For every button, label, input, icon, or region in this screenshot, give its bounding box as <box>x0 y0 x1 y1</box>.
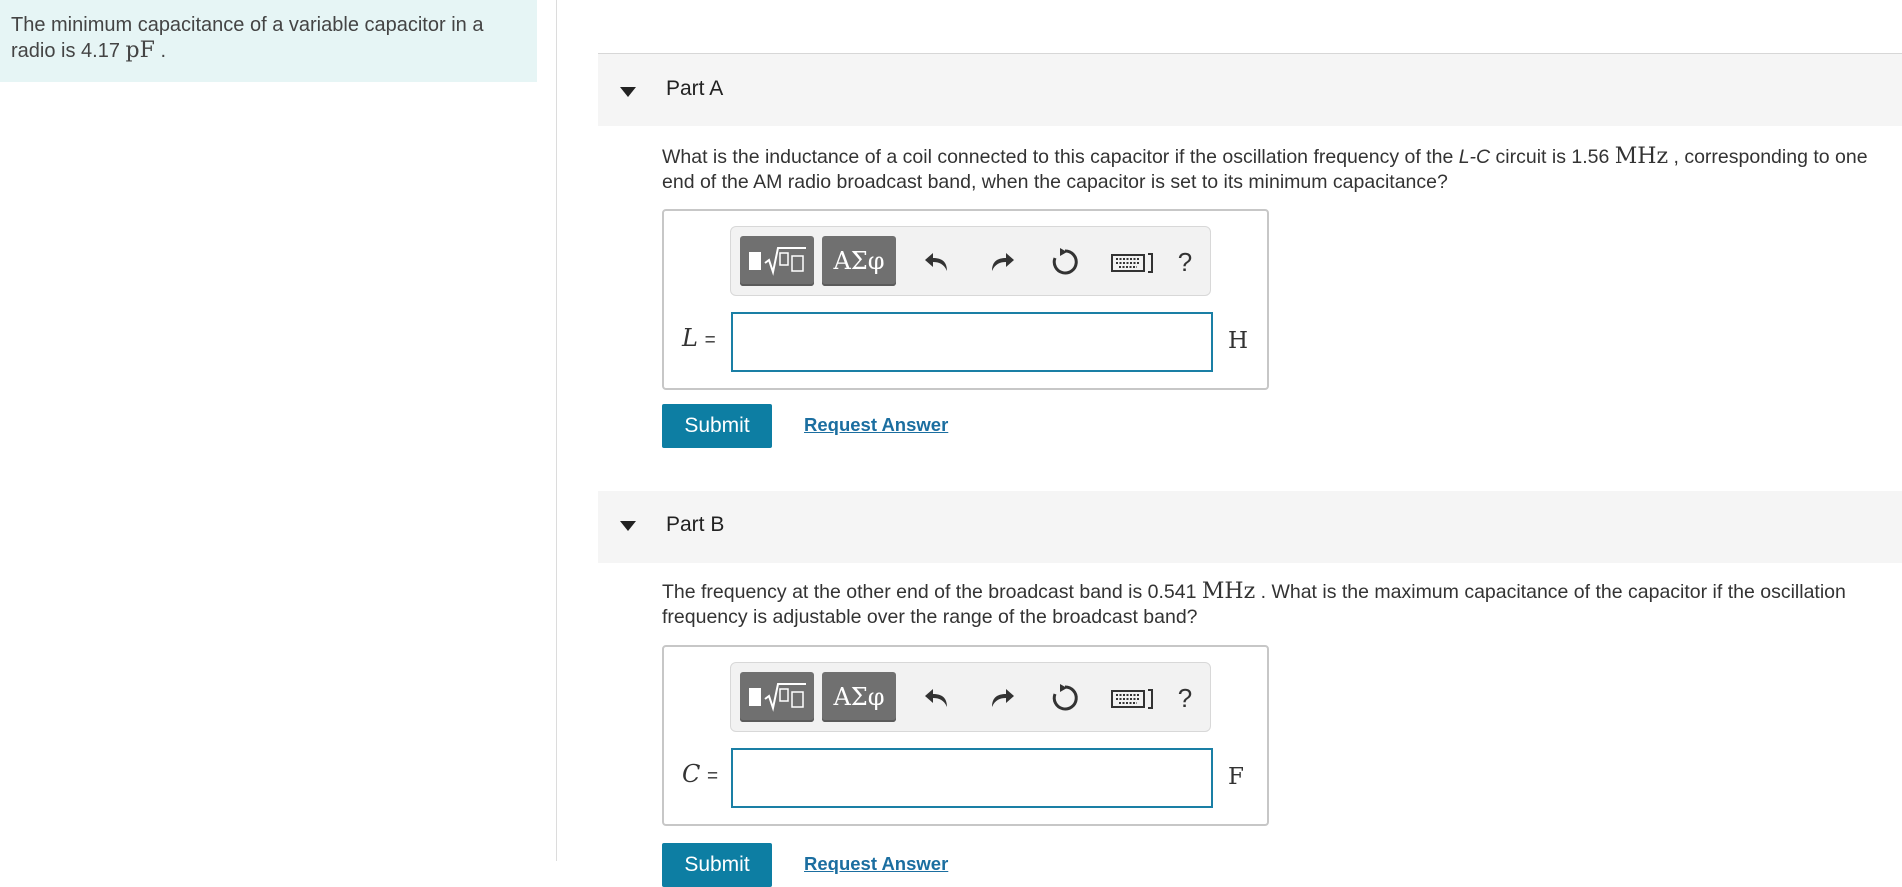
redo-icon[interactable] <box>984 245 1018 279</box>
reset-icon[interactable] <box>1048 245 1082 279</box>
answer-input-c[interactable] <box>731 748 1213 808</box>
help-icon[interactable]: ? <box>1168 245 1202 279</box>
part-a-header[interactable]: Part A <box>598 53 1902 126</box>
equals-sign: = <box>707 766 719 787</box>
part-b-header[interactable]: Part B <box>598 491 1902 563</box>
reset-icon[interactable] <box>1048 681 1082 715</box>
part-b-question-unit: MHz <box>1201 579 1256 604</box>
part-b-title: Part B <box>666 513 725 536</box>
part-a-question-unit: MHz <box>1614 144 1669 169</box>
templates-icon <box>749 683 806 712</box>
variable-label: C = <box>682 760 718 789</box>
part-a-answer-box: ΑΣφ ? L = H <box>662 209 1269 390</box>
problem-statement: The minimum capacitance of a variable ca… <box>0 0 537 82</box>
variable-label: L = <box>682 324 716 353</box>
keyboard-icon[interactable] <box>1109 681 1159 715</box>
part-a-question: What is the inductance of a coil connect… <box>662 144 1892 195</box>
part-a-question-italic: L-C <box>1458 146 1491 168</box>
collapse-caret-icon[interactable] <box>620 521 636 531</box>
greek-symbols-button[interactable]: ΑΣφ <box>822 236 896 286</box>
unit-label: H <box>1228 328 1249 354</box>
collapse-caret-icon[interactable] <box>620 87 636 97</box>
variable-symbol: L <box>682 324 698 352</box>
templates-button[interactable] <box>740 672 814 722</box>
help-icon[interactable]: ? <box>1168 681 1202 715</box>
part-a-title: Part A <box>666 77 724 100</box>
request-answer-link[interactable]: Request Answer <box>804 414 948 436</box>
equals-sign: = <box>704 330 716 351</box>
keyboard-icon[interactable] <box>1109 245 1159 279</box>
part-a-question-text: What is the inductance of a coil connect… <box>662 146 1459 168</box>
greek-symbols-button[interactable]: ΑΣφ <box>822 672 896 722</box>
part-b-question: The frequency at the other end of the br… <box>662 579 1892 630</box>
math-toolbar: ΑΣφ ? <box>730 662 1211 732</box>
request-answer-link[interactable]: Request Answer <box>804 853 948 875</box>
redo-icon[interactable] <box>984 681 1018 715</box>
math-toolbar: ΑΣφ ? <box>730 226 1211 296</box>
column-divider <box>556 0 557 861</box>
unit-label: F <box>1228 764 1244 790</box>
submit-button[interactable]: Submit <box>662 843 772 887</box>
submit-button[interactable]: Submit <box>662 404 772 448</box>
problem-unit: pF <box>125 38 155 63</box>
templates-icon <box>749 247 806 276</box>
problem-text: The minimum capacitance of a variable ca… <box>11 14 484 62</box>
part-b-question-text: The frequency at the other end of the br… <box>662 581 1202 603</box>
answer-input-l[interactable] <box>731 312 1213 372</box>
undo-icon[interactable] <box>921 681 955 715</box>
part-b-answer-box: ΑΣφ ? C = F <box>662 645 1269 826</box>
part-a-question-mid: circuit is 1.56 <box>1490 146 1615 168</box>
problem-suffix: . <box>160 40 167 62</box>
undo-icon[interactable] <box>921 245 955 279</box>
variable-symbol: C <box>682 760 701 788</box>
templates-button[interactable] <box>740 236 814 286</box>
